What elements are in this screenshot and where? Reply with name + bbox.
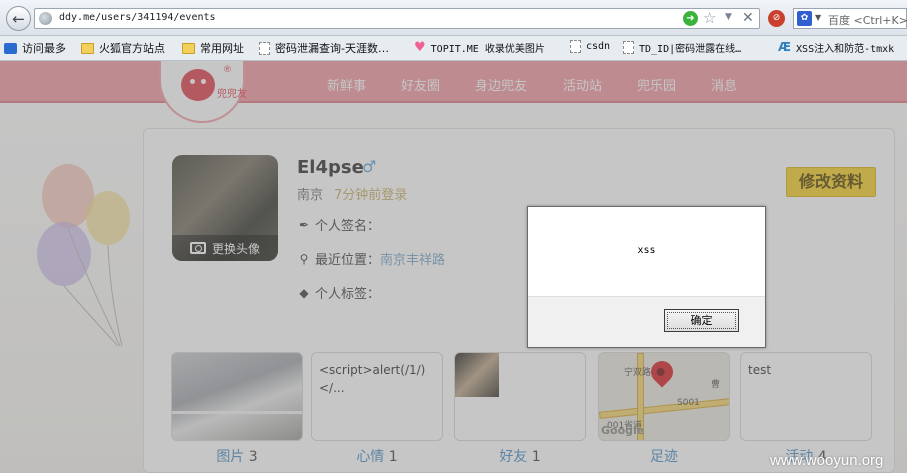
- bookmark-item[interactable]: TD_ID|密码泄露在线…: [623, 40, 741, 55]
- baidu-paw-icon[interactable]: ✿: [797, 11, 812, 26]
- bookmarks-toolbar: 访问最多 火狐官方站点 常用网址 密码泄漏查询-天涯数… ♥ TOPIT.ME 收…: [0, 36, 907, 61]
- folder-icon: [182, 42, 195, 54]
- watermark: www.wooyun.org: [770, 452, 884, 469]
- adblock-icon[interactable]: ⊘: [768, 10, 785, 27]
- search-placeholder: 百度 <Ctrl+K>: [828, 14, 907, 27]
- url-text: ddy.me/users/341194/events: [59, 12, 216, 23]
- bookmark-item[interactable]: 常用网址: [182, 40, 244, 56]
- chevron-down-icon[interactable]: ▼: [815, 13, 821, 22]
- bookmark-item[interactable]: 密码泄漏查询-天涯数…: [259, 40, 389, 56]
- ok-button[interactable]: 确定: [664, 309, 739, 332]
- back-button[interactable]: ←: [6, 6, 31, 31]
- heart-icon: ♥: [414, 40, 426, 55]
- page-content: ® 兜兜友 新鲜事 好友圈 身边兜友 活动站 兜乐园 消息 更换头像 El4ps…: [0, 61, 907, 473]
- bookmark-item[interactable]: ♥ TOPIT.ME 收录优美图片: [414, 40, 545, 55]
- search-input[interactable]: ✿ ▼ 百度 <Ctrl+K>: [793, 8, 907, 29]
- modal-overlay: [0, 61, 907, 473]
- bookmark-item[interactable]: 访问最多: [4, 40, 66, 56]
- alert-dialog: xss 确定: [527, 206, 766, 348]
- page-icon: [259, 41, 270, 55]
- go-icon[interactable]: ➜: [683, 11, 698, 26]
- ae-icon: Æ: [778, 40, 792, 54]
- bookmark-star-icon[interactable]: ☆: [703, 9, 716, 27]
- page-icon: [570, 40, 581, 53]
- bookmark-item[interactable]: Æ XSS注入和防范-tmxk: [778, 40, 894, 55]
- folder-icon: [81, 42, 94, 54]
- page-icon: [623, 41, 634, 54]
- back-arrow-icon: ←: [12, 9, 25, 28]
- chevron-down-icon[interactable]: ▼: [725, 12, 732, 22]
- browser-toolbar: ← ddy.me/users/341194/events ➜ ☆ ▼ ✕ ⊘ ✿…: [0, 0, 907, 36]
- dialog-footer: 确定: [528, 296, 765, 347]
- rss-icon: [4, 42, 17, 54]
- bookmark-item[interactable]: csdn: [570, 40, 610, 53]
- bookmark-item[interactable]: 火狐官方站点: [81, 40, 165, 56]
- globe-icon: [39, 12, 52, 25]
- alert-message: xss: [637, 245, 656, 256]
- stop-icon[interactable]: ✕: [742, 10, 754, 26]
- url-field[interactable]: ddy.me/users/341194/events ➜ ☆ ▼ ✕: [34, 8, 760, 29]
